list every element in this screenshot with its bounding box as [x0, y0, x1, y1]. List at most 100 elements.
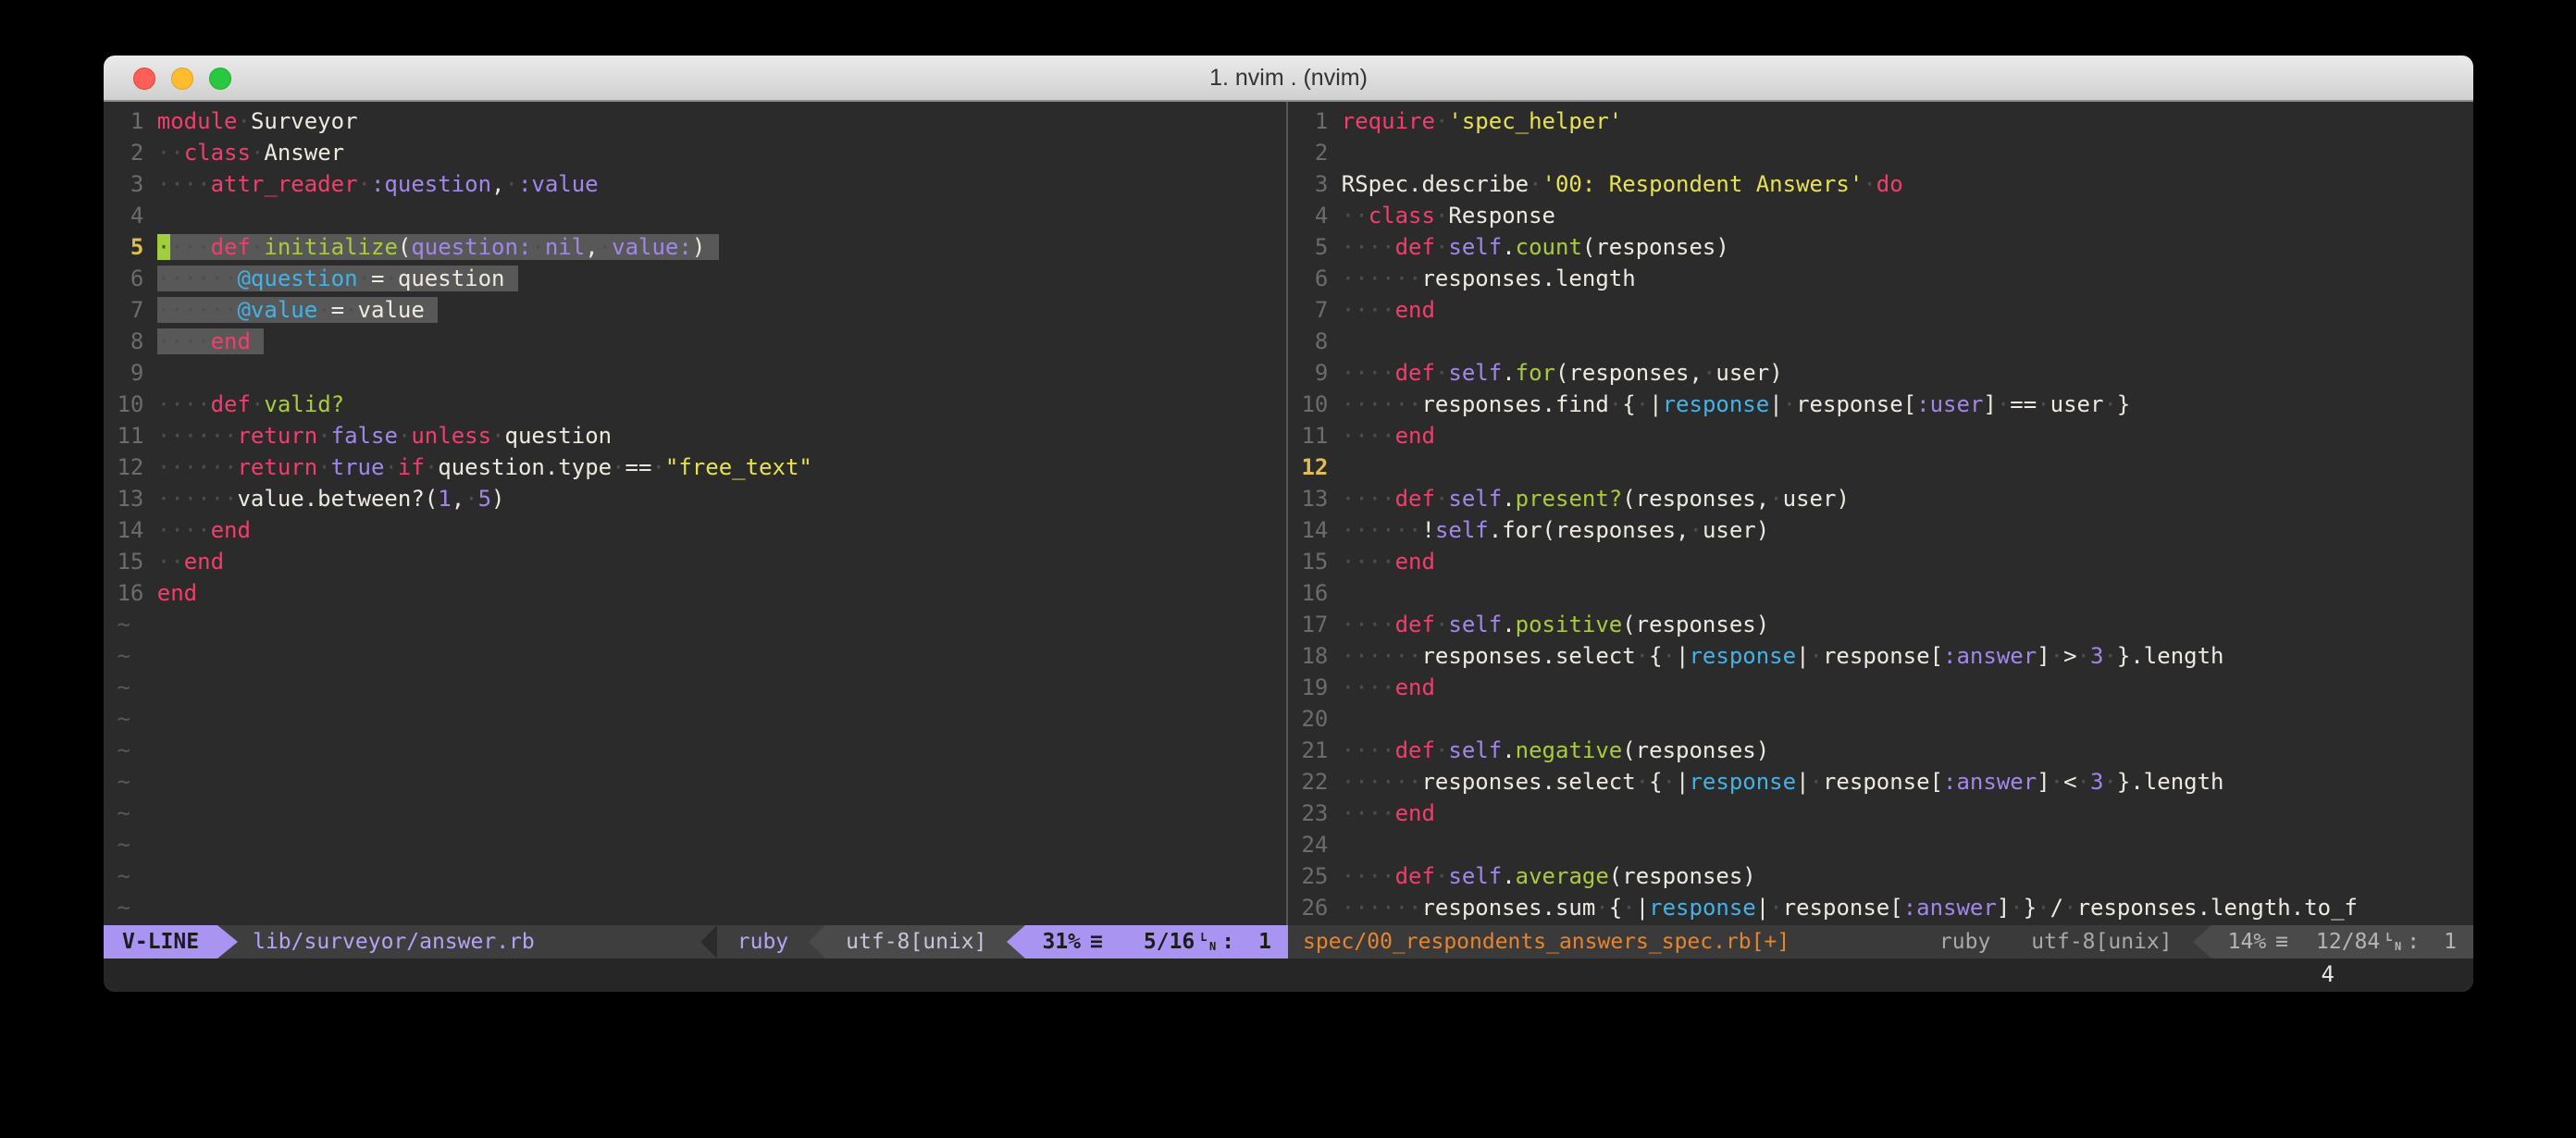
code-token: · [317, 423, 330, 449]
code-token: question [505, 423, 613, 449]
code-line[interactable]: 13······value.between?(1,·5) [104, 483, 1286, 514]
encoding-left: utf-8[unix] [825, 925, 1007, 959]
line-number: 2 [1288, 137, 1328, 168]
empty-buffer-line: ~ [104, 766, 1286, 798]
code-line[interactable]: 9 [104, 357, 1286, 389]
code-line[interactable]: 17····def·self.positive(responses) [1288, 609, 2473, 640]
code-token: :question [371, 171, 491, 197]
code-line[interactable]: 1require·'spec_helper' [1288, 105, 2473, 137]
code-token: 5 [478, 486, 491, 512]
code-token: question.type [438, 454, 612, 480]
code-line[interactable]: 21····def·self.negative(responses) [1288, 735, 2473, 766]
code-token: ···· [1342, 234, 1395, 260]
code-line[interactable]: 5····def·initialize(question:·nil,·value… [104, 231, 1286, 263]
code-line[interactable]: 6······responses.length [1288, 263, 2473, 294]
code-token: self [1448, 360, 1502, 386]
code-token: 3 [2090, 643, 2103, 669]
code-line[interactable]: 7····end [1288, 294, 2473, 326]
code-line[interactable]: 11····end [1288, 420, 2473, 451]
visual-selection: ······@value·=·value [157, 297, 438, 323]
line-number: 9 [1288, 357, 1328, 389]
line-number: 6 [104, 263, 143, 294]
code-line[interactable]: 8 [1288, 326, 2473, 357]
code-token: (responses, [1622, 486, 1769, 512]
code-line[interactable]: 1module·Surveyor [104, 105, 1286, 137]
code-line[interactable]: 14····end [104, 514, 1286, 546]
code-token: ···· [1342, 549, 1395, 575]
code-token: | [1769, 391, 1782, 417]
code-token: · [1810, 769, 1823, 795]
code-token: for [1516, 360, 1555, 386]
code-token: · [531, 234, 544, 260]
column-number: 1 [1258, 925, 1271, 959]
tilde-marker: ~ [104, 863, 130, 889]
code-line[interactable]: 12 [1288, 451, 2473, 483]
code-line[interactable]: 10······responses.find·{·|response|·resp… [1288, 389, 2473, 420]
code-token: ···· [157, 171, 211, 197]
code-line[interactable]: 4 [104, 200, 1286, 231]
code-line[interactable]: 3····attr_reader·:question,·:value [104, 168, 1286, 200]
code-line[interactable]: 26······responses.sum·{·|response|·respo… [1288, 892, 2473, 923]
line-number: 11 [104, 420, 143, 451]
line-number: 2 [104, 137, 143, 168]
code-token: } [2117, 391, 2130, 417]
filetype-right: ruby [1919, 925, 2011, 959]
code-token: RSpec.describe [1342, 171, 1529, 197]
code-line[interactable]: 16 [1288, 577, 2473, 609]
line-number: 16 [104, 577, 143, 609]
code-line[interactable]: 2 [1288, 137, 2473, 168]
code-token: · [1435, 203, 1448, 229]
code-line[interactable]: 14······!self.for(responses,·user) [1288, 514, 2473, 546]
code-token: · [1609, 391, 1622, 417]
code-line[interactable]: 15····end [1288, 546, 2473, 577]
code-line[interactable]: 3RSpec.describe·'00: Respondent Answers'… [1288, 168, 2473, 200]
code-line[interactable]: 20 [1288, 703, 2473, 735]
tilde-marker: ~ [104, 895, 130, 921]
code-line[interactable]: 8····end [104, 326, 1286, 357]
code-token: · [317, 297, 330, 323]
code-line[interactable]: 2··class·Answer [104, 137, 1286, 168]
line-number: 7 [1288, 294, 1328, 326]
code-token: | [1676, 769, 1689, 795]
line-number: 10 [1288, 389, 1328, 420]
tilde-marker: ~ [104, 737, 130, 763]
line-number: 15 [1288, 546, 1328, 577]
code-line[interactable]: 13····def·self.present?(responses,·user) [1288, 483, 2473, 514]
powerline-separator-icon [700, 925, 717, 959]
code-token: value [358, 297, 425, 323]
code-line[interactable]: 6······@question·=·question [104, 263, 1286, 294]
line-number: 16 [1288, 577, 1328, 609]
code-token: . [1502, 360, 1515, 386]
code-token: response [1663, 391, 1770, 417]
code-token: def [1395, 863, 1435, 889]
code-line[interactable]: 16end [104, 577, 1286, 609]
code-token: · [2010, 895, 2023, 921]
line-number: 10 [104, 389, 143, 420]
code-line[interactable]: 24 [1288, 829, 2473, 860]
code-line[interactable]: 4··class·Response [1288, 200, 2473, 231]
code-line[interactable]: 7······@value·=·value [104, 294, 1286, 326]
code-line[interactable]: 12······return·true·if·question.type·==·… [104, 451, 1286, 483]
code-line[interactable]: 25····def·self.average(responses) [1288, 860, 2473, 892]
code-line[interactable]: 23····end [1288, 798, 2473, 829]
code-token: · [1435, 737, 1448, 763]
code-token: · [1622, 895, 1635, 921]
code-token: positive [1516, 612, 1623, 637]
code-token: attr_reader [211, 171, 358, 197]
titlebar[interactable]: 1. nvim . (nvim) [104, 56, 2473, 102]
code-line[interactable]: 11······return·false·unless·question [104, 420, 1286, 451]
code-line[interactable]: 9····def·self.for(responses,·user) [1288, 357, 2473, 389]
code-line[interactable]: 5····def·self.count(responses) [1288, 231, 2473, 263]
code-line[interactable]: 10····def·valid? [104, 389, 1286, 420]
code-line[interactable]: 15··end [104, 546, 1286, 577]
code-token: · [344, 297, 357, 323]
code-token: · [464, 486, 477, 512]
code-token: ···· [1342, 612, 1395, 637]
filetype-left: ruby [717, 925, 809, 959]
code-token: < [2063, 769, 2076, 795]
code-line[interactable]: 19····end [1288, 672, 2473, 703]
code-line[interactable]: 22······responses.select·{·|response|·re… [1288, 766, 2473, 798]
code-token: ···· [1342, 360, 1395, 386]
code-token: :answer [1943, 769, 2037, 795]
code-line[interactable]: 18······responses.select·{·|response|·re… [1288, 640, 2473, 672]
